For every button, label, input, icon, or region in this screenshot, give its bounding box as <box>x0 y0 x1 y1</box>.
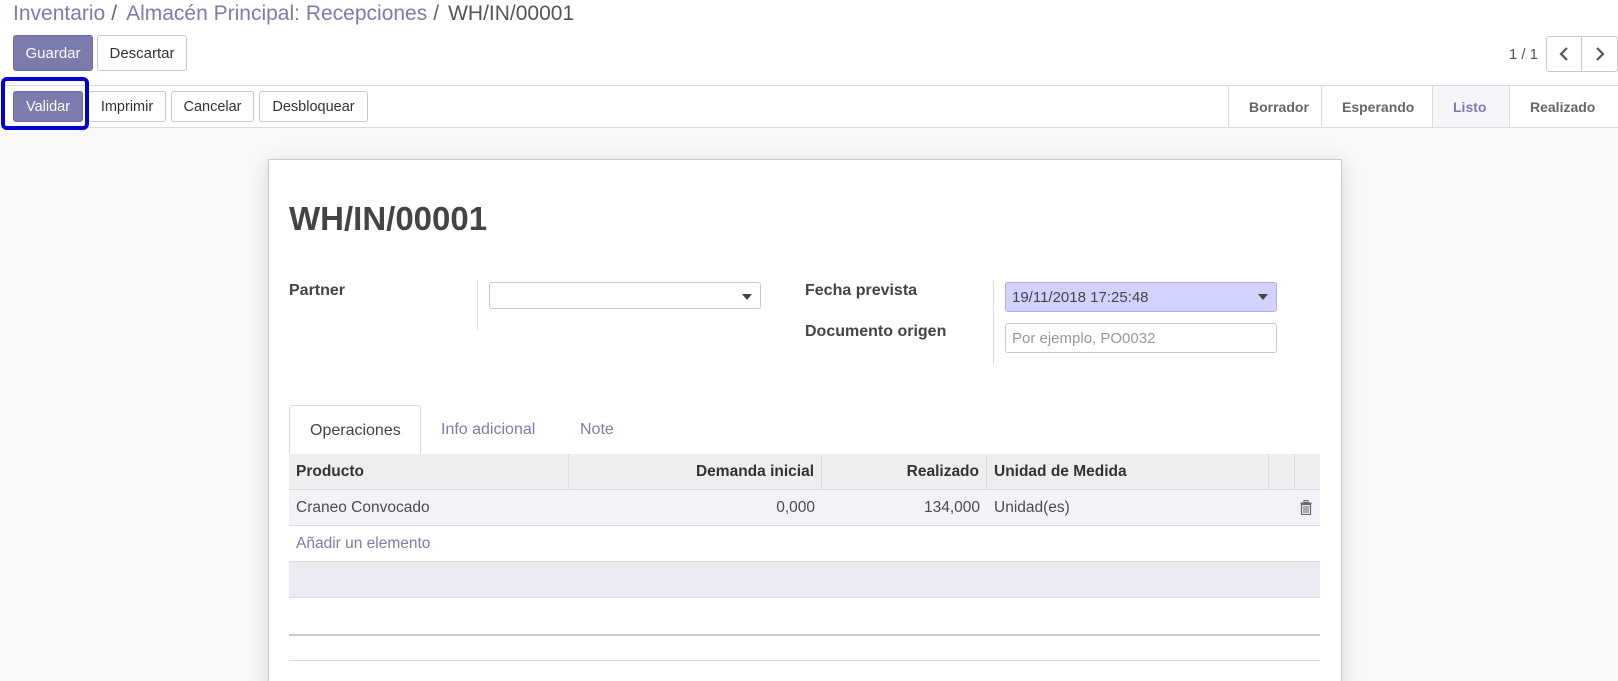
pager: 1 / 1 <box>1509 36 1618 72</box>
discard-button[interactable]: Descartar <box>97 35 187 71</box>
stage-ready[interactable]: Listo <box>1433 86 1510 127</box>
row-done: 134,000 <box>923 498 980 516</box>
row-uom: Unidad(es) <box>994 498 1070 516</box>
scheduled-date-label: Fecha prevista <box>805 282 918 299</box>
empty-row <box>289 598 1320 634</box>
field-separator <box>993 280 994 365</box>
save-button[interactable]: Guardar <box>13 35 93 71</box>
partner-label: Partner <box>289 282 346 299</box>
validate-button[interactable]: Validar <box>13 91 83 122</box>
origin-input[interactable]: Por ejemplo, PO0032 <box>1005 323 1277 353</box>
record-title: WH/IN/00001 <box>289 200 488 237</box>
column-header-done[interactable]: Realizado <box>822 454 987 489</box>
unlock-button[interactable]: Desbloquear <box>259 91 368 122</box>
table-footer <box>289 634 1320 661</box>
add-line-row: Añadir un elemento <box>289 526 1320 562</box>
row-initial-demand: 0,000 <box>776 498 815 516</box>
stage-pipeline: Borrador Esperando Listo Realizado <box>1228 86 1618 127</box>
pager-value[interactable]: 1 / 1 <box>1509 46 1538 63</box>
stage-waiting[interactable]: Esperando <box>1322 86 1433 127</box>
tab-operations[interactable]: Operaciones <box>289 405 421 456</box>
caret-down-icon <box>1258 294 1268 300</box>
cancel-button[interactable]: Cancelar <box>171 91 254 122</box>
breadcrumb-separator: / <box>111 2 118 25</box>
add-line-link[interactable]: Añadir un elemento <box>289 526 437 561</box>
scheduled-date-input[interactable]: 19/11/2018 17:25:48 <box>1005 282 1277 312</box>
chevron-right-icon <box>1595 47 1605 61</box>
table-row[interactable]: Craneo Convocado 0,000 134,000 Unidad(es… <box>289 490 1320 526</box>
chevron-left-icon <box>1559 47 1568 61</box>
form-sheet: WH/IN/00001 Partner Fecha prevista Docum… <box>268 159 1342 681</box>
caret-down-icon <box>742 294 752 300</box>
stage-done[interactable]: Realizado <box>1510 86 1618 127</box>
breadcrumb-receipts-link[interactable]: Almacén Principal: Recepciones <box>126 2 427 26</box>
partner-select[interactable] <box>489 282 761 309</box>
pager-previous-button[interactable] <box>1546 36 1582 72</box>
tab-note[interactable]: Note <box>560 405 634 455</box>
column-header-initial-demand[interactable]: Demanda inicial <box>569 454 822 489</box>
breadcrumb-inventario-link[interactable]: Inventario <box>13 2 105 26</box>
stage-draft[interactable]: Borrador <box>1229 86 1322 127</box>
field-separator <box>477 280 478 330</box>
scheduled-date-value: 19/11/2018 17:25:48 <box>1012 288 1149 306</box>
notebook-tabs: Operaciones Info adicional Note <box>289 405 1320 456</box>
origin-placeholder: Por ejemplo, PO0032 <box>1012 329 1156 347</box>
column-header-uom[interactable]: Unidad de Medida <box>987 454 1269 489</box>
column-header-actions <box>1269 454 1295 489</box>
row-product: Craneo Convocado <box>296 498 430 516</box>
trash-icon[interactable] <box>1300 500 1312 515</box>
breadcrumb: Inventario / Almacén Principal: Recepcio… <box>13 0 574 28</box>
origin-label: Documento origen <box>805 323 947 340</box>
print-button[interactable]: Imprimir <box>88 91 166 122</box>
breadcrumb-current: WH/IN/00001 <box>448 2 575 25</box>
column-header-product[interactable]: Producto <box>289 454 569 489</box>
tab-additional-info[interactable]: Info adicional <box>421 405 555 455</box>
breadcrumb-separator: / <box>433 2 440 25</box>
statusbar: Validar Imprimir Cancelar Desbloquear Bo… <box>0 86 1618 128</box>
table-header: Producto Demanda inicial Realizado Unida… <box>289 454 1320 490</box>
empty-row <box>289 562 1320 598</box>
pager-next-button[interactable] <box>1582 36 1618 72</box>
control-panel: Inventario / Almacén Principal: Recepcio… <box>0 0 1618 86</box>
operations-table: Producto Demanda inicial Realizado Unida… <box>289 454 1320 661</box>
